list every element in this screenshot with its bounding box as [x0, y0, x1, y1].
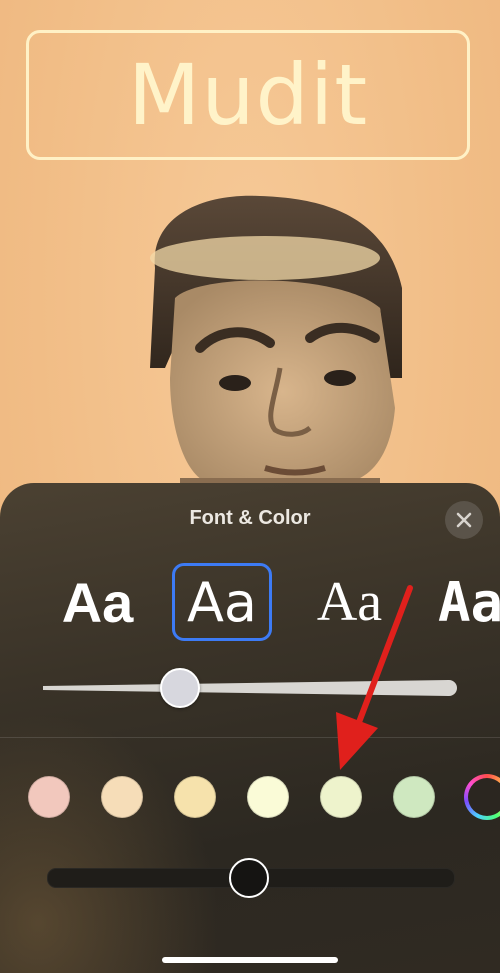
sheet-title: Font & Color — [189, 507, 311, 529]
section-divider — [0, 737, 500, 738]
color-swatch-peach[interactable] — [101, 776, 143, 818]
poster-name-box[interactable]: Mudit — [26, 30, 470, 160]
close-button[interactable] — [445, 501, 483, 539]
color-swatch-pink[interactable] — [28, 776, 70, 818]
font-option-condensed[interactable]: Aa — [438, 563, 500, 641]
color-shade-slider-knob[interactable] — [229, 858, 269, 898]
contact-photo — [150, 195, 402, 498]
color-swatch-cream[interactable] — [247, 776, 289, 818]
custom-color-picker[interactable] — [464, 774, 500, 820]
close-icon — [456, 512, 472, 528]
color-swatch-mint[interactable] — [393, 776, 435, 818]
font-weight-slider[interactable] — [43, 680, 457, 696]
sheet-glow — [0, 713, 220, 973]
font-weight-slider-knob[interactable] — [160, 668, 200, 708]
font-color-sheet: Font & Color Aa Aa Aa Aa — [0, 483, 500, 973]
font-option-bold-sans[interactable]: Aa — [50, 563, 145, 641]
font-option-serif[interactable]: Aa — [302, 563, 397, 641]
poster-name: Mudit — [127, 46, 369, 144]
font-option-regular-sans[interactable]: Aa — [172, 563, 272, 641]
color-swatch-pale-green[interactable] — [320, 776, 362, 818]
home-indicator — [162, 957, 338, 963]
color-swatch-light-yellow[interactable] — [174, 776, 216, 818]
